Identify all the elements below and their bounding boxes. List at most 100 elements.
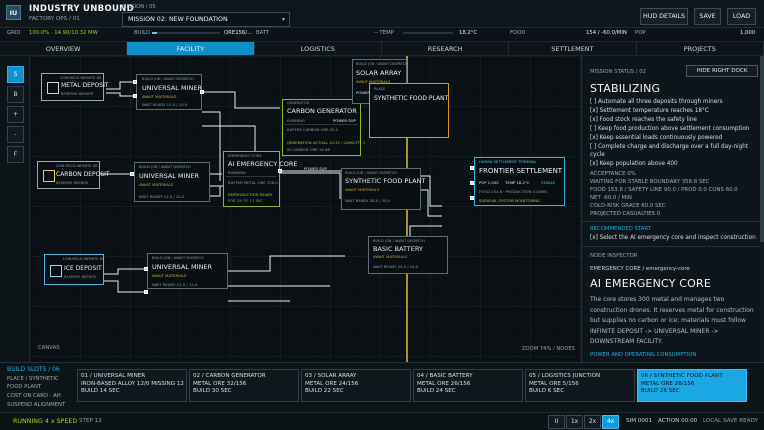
mission-dropdown[interactable]: MISSION 02: NEW FOUNDATION ▾ bbox=[122, 12, 290, 27]
build-slot-solar-array[interactable]: 03 / SOLAR ARRAY METAL ORE 24/156 BUILD … bbox=[301, 369, 411, 402]
tab-overview[interactable]: OVERVIEW bbox=[0, 42, 128, 55]
build-progress-bar bbox=[152, 32, 220, 34]
mission-state: STABILIZING bbox=[590, 82, 661, 95]
mission-label: MISSION / 05 bbox=[122, 4, 156, 10]
deposit-icon bbox=[43, 170, 55, 182]
chevron-down-icon: ▾ bbox=[281, 16, 285, 23]
main-tabs: OVERVIEW FACILITY LOGISTICS RESEARCH SET… bbox=[0, 41, 764, 56]
battery-label: BATT bbox=[256, 29, 270, 36]
basic-battery-node[interactable]: BUILD JOB / AWAIT DISPATCH BASIC BATTERY… bbox=[368, 236, 448, 274]
metric-line: COLD-RISK GRACE 60.0 SEC bbox=[590, 203, 666, 209]
canvas-label: CANVAS bbox=[38, 345, 60, 351]
input-port[interactable] bbox=[470, 181, 474, 185]
mission-status-label: MISSION STATUS / 02 bbox=[590, 69, 646, 75]
input-port[interactable] bbox=[130, 172, 134, 176]
objective-item: [ ] Automate all three deposits through … bbox=[590, 99, 723, 105]
placement-info: FOOD PLANT bbox=[7, 384, 42, 390]
build-slot-synthetic-food-plant[interactable]: 06 / SYNTHETIC FOOD PLANT METAL ORE 28/1… bbox=[637, 369, 747, 402]
app-title: INDUSTRY UNBOUND bbox=[29, 4, 134, 14]
panel-scrollbar-thumb[interactable] bbox=[760, 56, 764, 242]
universal-miner-node[interactable]: BUILD JOB / AWAIT DISPATCH UNIVERSAL MIN… bbox=[147, 253, 228, 289]
output-port[interactable] bbox=[278, 169, 282, 173]
ice-deposit-node[interactable]: LOW-YIELD INFINITE DE ICE DEPOSIT RESERV… bbox=[44, 254, 105, 285]
tab-logistics[interactable]: LOGISTICS bbox=[255, 42, 382, 55]
build-slot-basic-battery[interactable]: 04 / BASIC BATTERY METAL ORE 26/156 BUIL… bbox=[413, 369, 523, 402]
build-label: BUILD bbox=[134, 29, 151, 36]
objective-item: [x] Keep essential loads continuously po… bbox=[590, 135, 723, 141]
metric-line: ACCEPTANCE 0% bbox=[590, 171, 636, 177]
zoom-in-button[interactable]: + bbox=[7, 106, 24, 123]
universal-miner-node[interactable]: BUILD JOB / AWAIT DISPATCH UNIVERSAL MIN… bbox=[134, 162, 210, 202]
input-port[interactable] bbox=[144, 290, 148, 294]
input-port[interactable] bbox=[470, 196, 474, 200]
input-port[interactable] bbox=[133, 80, 137, 84]
ore-value: ORE156/... bbox=[224, 29, 253, 36]
objective-item: cycle bbox=[590, 152, 605, 158]
tab-research[interactable]: RESEARCH bbox=[382, 42, 510, 55]
build-slot-universal-miner[interactable]: 01 / UNIVERSAL MINER IRON-BASED ALLOY 12… bbox=[77, 369, 187, 402]
temperature-bar bbox=[403, 32, 453, 34]
tab-projects[interactable]: PROJECTS bbox=[637, 42, 764, 55]
placement-info: COST ON CARD · AH bbox=[7, 393, 61, 399]
load-button[interactable]: LOAD bbox=[727, 8, 756, 25]
save-state: LOCAL SAVE READY bbox=[703, 418, 758, 424]
carbon-deposit-node[interactable]: LOW-YIELD INFINITE DE CARBON DEPOSIT RES… bbox=[37, 161, 110, 189]
core-power-label: POWER SUP bbox=[304, 166, 327, 171]
speed-2x-button[interactable]: 2x bbox=[584, 415, 601, 429]
placement-info: SUSPEND ALIGNMENT bbox=[7, 402, 66, 408]
temperature-label: -- TEMP bbox=[374, 29, 394, 36]
input-port[interactable] bbox=[133, 94, 137, 98]
inspector-title: AI EMERGENCY CORE bbox=[590, 277, 712, 290]
build-tool-button[interactable]: B bbox=[7, 86, 24, 103]
grid-value: 100.0% · 14.90/10.32 MW bbox=[29, 29, 98, 36]
hud-details-button[interactable]: HUD DETAILS bbox=[640, 8, 688, 25]
save-button[interactable]: SAVE bbox=[694, 8, 721, 25]
objective-item: [x] Settlement temperature reaches 18°C bbox=[590, 108, 709, 114]
universal-miner-node[interactable]: BUILD JOB / AWAIT DISPATCH UNIVERSAL MIN… bbox=[136, 74, 202, 110]
recommended-item[interactable]: [x] Select the AI emergency core and ins… bbox=[590, 235, 756, 241]
fit-view-button[interactable]: F bbox=[7, 146, 24, 163]
carbon-generator-node[interactable]: GENERATOR CARBON GENERATOR RUNNING POWER… bbox=[282, 99, 365, 156]
deposit-icon bbox=[50, 265, 62, 277]
metric-line: FOOD 153.8 / SAFETY LINE 90.0 / PROD 0.0… bbox=[590, 187, 738, 193]
select-tool-button[interactable]: S bbox=[7, 66, 24, 83]
build-slot-carbon-generator[interactable]: 02 / CARBON GENERATOR METAL ORE 32/156 B… bbox=[189, 369, 299, 402]
metric-line: NET -60.0 / MIN bbox=[590, 195, 632, 201]
placement-info: PLACE / SYNTHETIC bbox=[7, 376, 59, 382]
frontier-settlement-node[interactable]: HUMAN SETTLEMENT TERMINAL FRONTIER SETTL… bbox=[474, 157, 565, 206]
mission-dropdown-value: MISSION 02: NEW FOUNDATION bbox=[128, 16, 228, 23]
metal-deposit-node[interactable]: LOW-YIELD INFINITE DE METAL DEPOSIT RESE… bbox=[41, 73, 109, 101]
pause-button[interactable]: II bbox=[548, 415, 565, 429]
build-slots-bar: BUILD SLOTS / 06 PLACE / SYNTHETIC FOOD … bbox=[0, 362, 764, 412]
node-inspector-label: NODE INSPECTOR bbox=[590, 253, 638, 259]
speed-4x-button[interactable]: 4x bbox=[602, 415, 619, 429]
zoom-out-button[interactable]: - bbox=[7, 126, 24, 143]
population-value: 1,000 bbox=[740, 29, 756, 36]
deposit-icon bbox=[47, 82, 59, 94]
output-port[interactable] bbox=[200, 90, 204, 94]
grid-label: GRID bbox=[7, 29, 21, 36]
placement-preview-food-plant[interactable]: PLACE SYNTHETIC FOOD PLANT bbox=[369, 83, 449, 138]
objective-item: [x] Keep population above 400 bbox=[590, 161, 678, 167]
synthetic-food-plant-node[interactable]: BUILD JOB / AWAIT DISPATCH SYNTHETIC FOO… bbox=[341, 168, 425, 210]
ai-emergency-core-node[interactable]: EMERGENCY CORE AI EMERGENCY CORE RUNNING… bbox=[223, 151, 298, 207]
input-port[interactable] bbox=[144, 267, 148, 271]
metric-line: PROJECTED CASUALTIES 0 bbox=[590, 211, 661, 217]
facility-canvas[interactable]: LOW-YIELD INFINITE DE METAL DEPOSIT RESE… bbox=[30, 56, 581, 362]
build-slot-logistics-junction[interactable]: 05 / LOGISTICS JUNCTION METAL ORE 5/156 … bbox=[525, 369, 635, 402]
objective-item: [x] Food stock reaches the safety line bbox=[590, 117, 697, 123]
tab-facility[interactable]: FACILITY bbox=[127, 42, 255, 55]
food-value: 154 / -60.0/MIN bbox=[586, 29, 627, 36]
input-port[interactable] bbox=[470, 166, 474, 170]
recommended-label: RECOMMENDED START bbox=[590, 226, 651, 232]
inspector-path: EMERGENCY CORE / emergency-core bbox=[590, 266, 690, 272]
inspector-description: The core stores 300 metal and manages tw… bbox=[590, 296, 754, 345]
build-slots-title: BUILD SLOTS / 06 bbox=[7, 366, 60, 373]
speed-1x-button[interactable]: 1x bbox=[566, 415, 583, 429]
objective-item: [ ] Keep food production above settlemen… bbox=[590, 126, 750, 132]
action-timer: ACTION 00:00 bbox=[658, 418, 698, 424]
status-strip: GRID 100.0% · 14.90/10.32 MW BUILD ORE15… bbox=[0, 28, 764, 38]
right-dock: MISSION STATUS / 02 HIDE RIGHT DOCK STAB… bbox=[581, 56, 764, 362]
hide-right-dock-button[interactable]: HIDE RIGHT DOCK bbox=[686, 65, 758, 77]
tab-settlement[interactable]: SETTLEMENT bbox=[509, 42, 637, 55]
